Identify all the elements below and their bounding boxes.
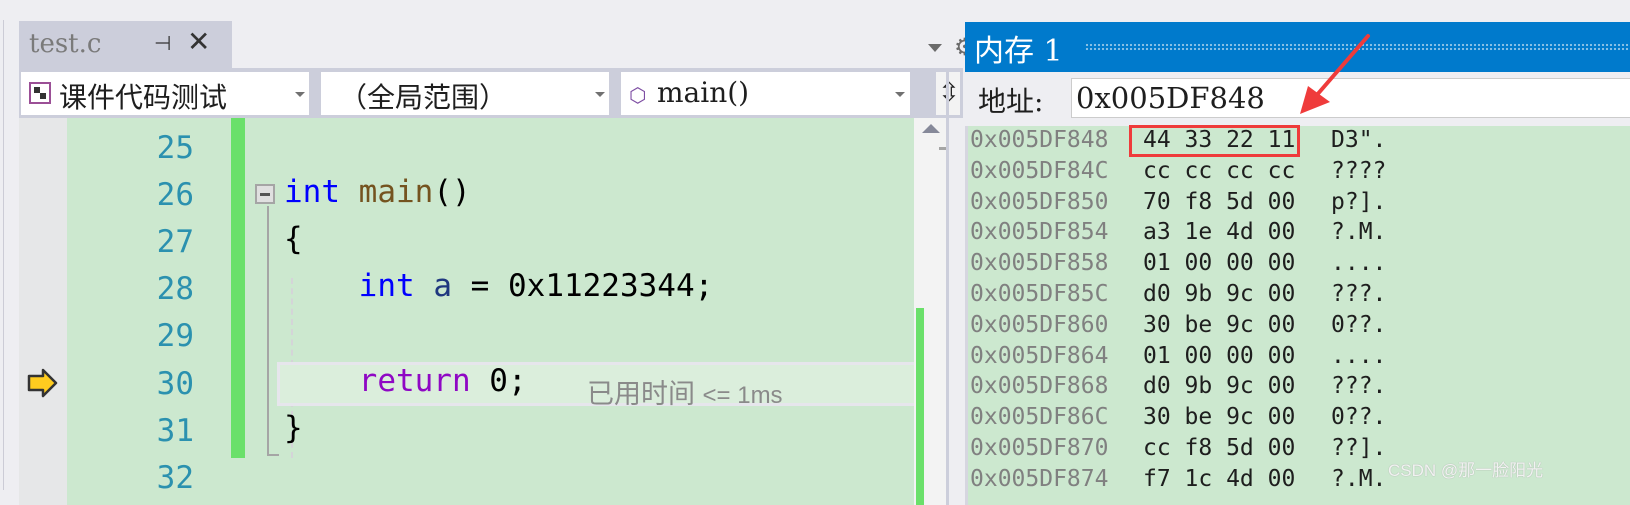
memory-ascii: .... [1331, 250, 1387, 277]
tab-test-c[interactable]: test.c ⊣ ✕ [19, 21, 232, 68]
memory-ascii: ???? [1331, 157, 1387, 184]
memory-address: 0x005DF84C [970, 157, 1109, 184]
address-label: 地址: [978, 85, 1044, 118]
outline-guide-end [267, 454, 279, 456]
line-number: 32 [156, 460, 194, 496]
memory-address: 0x005DF854 [970, 219, 1109, 246]
memory-address: 0x005DF86C [970, 404, 1109, 431]
code-line-26: int main() [284, 174, 471, 210]
line-number: 26 [156, 177, 194, 213]
perf-tip[interactable]: 已用时间 <= 1ms [587, 372, 783, 411]
memory-bytes: a3 1e 4d 00 [1143, 219, 1296, 246]
vertical-scrollbar[interactable] [914, 118, 947, 505]
memory-ascii: ???. [1331, 281, 1387, 307]
line-number: 31 [156, 413, 194, 449]
tab-title: test.c [29, 29, 102, 59]
member-combo[interactable]: ⬡ main() [621, 72, 910, 115]
execution-pointer-icon [27, 368, 58, 398]
line-number: 29 [156, 318, 194, 354]
memory-bytes: d0 9b 9c 00 [1143, 281, 1296, 307]
memory-address: 0x005DF870 [970, 435, 1109, 461]
annotation-arrow-icon [1300, 34, 1370, 114]
scope-name: （全局范围） [339, 81, 508, 114]
memory-address: 0x005DF858 [970, 250, 1109, 277]
change-tracking-bar [231, 118, 245, 458]
chevron-down-icon [595, 92, 605, 97]
code-editor[interactable]: 25 26 27 28 29 30 31 32 int main() { int… [19, 118, 933, 505]
code-line-27: { [284, 221, 303, 257]
collapse-icon[interactable] [255, 184, 275, 204]
elapsed-value: <= 1ms [702, 382, 783, 409]
dropdown-icon[interactable] [928, 44, 942, 52]
cube-icon: ⬡ [629, 83, 647, 107]
memory-ascii: ?.M. [1331, 219, 1387, 246]
memory-ascii: .... [1331, 342, 1387, 369]
memory-ascii: ?.M. [1331, 465, 1387, 492]
annotation-highlight-box [1129, 125, 1300, 157]
navigation-bar: 课件代码测试 （全局范围） ⬡ main() ⇳ [19, 68, 963, 118]
outline-guide [267, 206, 269, 456]
memory-address: 0x005DF868 [970, 373, 1109, 400]
memory-ascii: ??]. [1331, 435, 1387, 461]
memory-ascii: D3". [1331, 127, 1387, 153]
scope-combo[interactable]: （全局范围） [321, 72, 609, 115]
scroll-up-icon[interactable] [922, 124, 940, 133]
line-number: 30 [156, 366, 194, 402]
memory-address: 0x005DF860 [970, 311, 1109, 338]
memory-ascii: 0??. [1331, 404, 1387, 431]
project-name: 课件代码测试 [59, 81, 228, 114]
project-icon [29, 82, 51, 104]
left-panel-edge [0, 0, 18, 505]
memory-bytes: f7 1c 4d 00 [1143, 465, 1296, 492]
watermark: CSDN @那一脸阳光 [1388, 461, 1544, 480]
pin-icon[interactable]: ⊣ [154, 31, 171, 55]
memory-bytes: 30 be 9c 00 [1143, 404, 1296, 431]
memory-ascii: 0??. [1331, 311, 1387, 338]
memory-grid[interactable]: 0x005DF848 44 33 22 11 D3". 0x005DF84C cc cc… [965, 126, 1630, 505]
project-combo[interactable]: 课件代码测试 [21, 72, 309, 115]
memory-address: 0x005DF874 [970, 465, 1109, 492]
memory-bytes: 70 f8 5d 00 [1143, 188, 1296, 215]
memory-bytes: cc f8 5d 00 [1143, 435, 1296, 461]
indicator-margin[interactable] [19, 118, 67, 505]
memory-address: 0x005DF850 [970, 188, 1109, 215]
memory-bytes: 01 00 00 00 [1143, 250, 1296, 277]
memory-bytes: 30 be 9c 00 [1143, 311, 1296, 338]
chevron-down-icon [295, 92, 305, 97]
chevron-down-icon [895, 92, 905, 97]
elapsed-label: 已用时间 [587, 379, 695, 409]
memory-bytes: cc cc cc cc [1143, 157, 1296, 184]
memory-ascii: p?]. [1331, 188, 1387, 215]
change-map-bar [916, 308, 924, 505]
pane-divider[interactable] [946, 70, 949, 505]
close-icon[interactable]: ✕ [187, 25, 210, 58]
memory-address: 0x005DF864 [970, 342, 1109, 369]
memory-ascii: ???. [1331, 373, 1387, 400]
line-number: 25 [156, 130, 194, 166]
memory-address: 0x005DF848 [970, 127, 1109, 153]
member-name: main() [657, 76, 750, 109]
memory-bytes: 01 00 00 00 [1143, 342, 1296, 369]
line-number: 27 [156, 224, 194, 260]
code-line-28: int a = 0x11223344; [358, 268, 714, 304]
code-line-30: return 0; [358, 363, 527, 399]
line-number: 28 [156, 271, 194, 307]
code-line-31: } [284, 410, 303, 446]
memory-window-title: 内存 1 [974, 34, 1063, 69]
memory-bytes: d0 9b 9c 00 [1143, 373, 1296, 400]
memory-address: 0x005DF85C [970, 281, 1109, 307]
